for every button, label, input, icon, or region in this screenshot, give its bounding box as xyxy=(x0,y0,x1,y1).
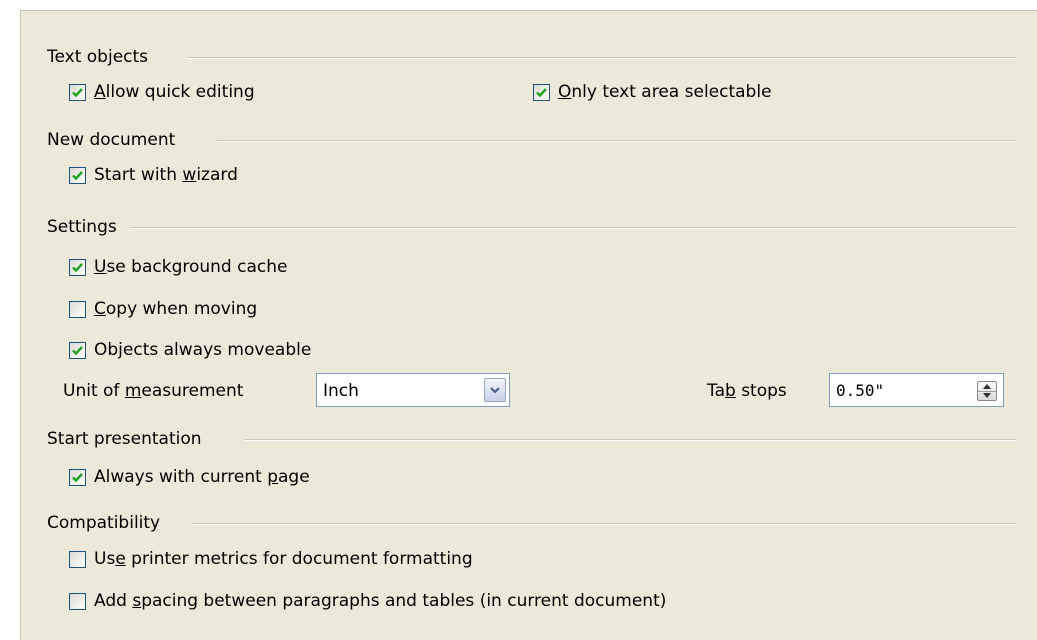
checkbox-box[interactable] xyxy=(69,166,86,184)
label-text: Add xyxy=(94,591,133,611)
tab-stops-value: 0.50" xyxy=(836,381,885,400)
checkmark-icon xyxy=(72,262,83,272)
label-text: se background cache xyxy=(106,257,288,277)
copy-when-moving-checkbox[interactable]: Copy when moving xyxy=(69,297,257,321)
accelerator-key: e xyxy=(115,549,126,569)
use-printer-metrics-checkbox[interactable]: Use printer metrics for document formatt… xyxy=(69,547,473,571)
section-title-compatibility: Compatibility xyxy=(47,513,161,533)
label-text: izard xyxy=(196,165,238,185)
accelerator-key: p xyxy=(267,467,278,487)
label-text: Ta xyxy=(707,381,725,401)
label-text: ects always moveable xyxy=(122,340,312,360)
checkbox-box[interactable] xyxy=(69,550,86,568)
tab-stops-spinbox[interactable]: 0.50" xyxy=(829,373,1004,407)
chevron-down-icon xyxy=(490,387,500,394)
only-text-area-selectable-label: Only text area selectable xyxy=(558,82,772,102)
checkmark-icon xyxy=(72,345,83,355)
checkmark-icon xyxy=(72,170,83,180)
accelerator-key: O xyxy=(558,82,572,102)
section-title-text-objects: Text objects xyxy=(47,47,149,67)
checkbox-box[interactable] xyxy=(69,258,86,276)
always-with-current-page-checkbox[interactable]: Always with current page xyxy=(69,465,310,489)
checkmark-icon xyxy=(536,87,547,97)
accelerator-key: A xyxy=(94,82,106,102)
dropdown-selected-value: Inch xyxy=(323,381,359,401)
accelerator-key: m xyxy=(124,381,142,401)
label-text: stops xyxy=(735,381,787,401)
label-text: Ob xyxy=(94,340,119,360)
checkmark-icon xyxy=(72,87,83,97)
accelerator-key: U xyxy=(94,257,107,277)
label-text: printer metrics for document formatting xyxy=(125,549,473,569)
allow-quick-editing-label: Allow quick editing xyxy=(94,82,255,102)
label-text: opy when moving xyxy=(105,299,258,319)
only-text-area-selectable-checkbox[interactable]: Only text area selectable xyxy=(533,80,772,104)
add-spacing-label: Add spacing between paragraphs and table… xyxy=(94,591,666,611)
use-background-cache-checkbox[interactable]: Use background cache xyxy=(69,255,287,279)
spin-down-button[interactable] xyxy=(978,392,996,401)
unit-of-measurement-dropdown[interactable]: Inch xyxy=(316,373,510,407)
checkbox-box[interactable] xyxy=(69,300,86,318)
start-with-wizard-checkbox[interactable]: Start with wizard xyxy=(69,163,238,187)
spin-buttons xyxy=(977,381,997,401)
section-divider xyxy=(131,227,1016,229)
objects-always-moveable-checkbox[interactable]: Objects always moveable xyxy=(69,338,311,362)
label-text: Unit of xyxy=(63,381,125,401)
spin-up-icon xyxy=(983,383,991,389)
checkbox-box[interactable] xyxy=(69,341,86,359)
allow-quick-editing-checkbox[interactable]: Allow quick editing xyxy=(69,80,255,104)
section-divider xyxy=(245,439,1016,441)
label-text: Start with xyxy=(94,165,183,185)
use-background-cache-label: Use background cache xyxy=(94,257,287,277)
spin-up-button[interactable] xyxy=(978,382,996,392)
section-divider xyxy=(191,523,1016,525)
label-text: easurement xyxy=(141,381,244,401)
section-divider xyxy=(217,140,1016,142)
label-text: Always with current xyxy=(94,467,268,487)
checkbox-box[interactable] xyxy=(69,468,86,486)
label-text: pacing between paragraphs and tables (in… xyxy=(141,591,667,611)
section-title-start-presentation: Start presentation xyxy=(47,429,202,449)
dropdown-button[interactable] xyxy=(484,378,506,402)
label-text: nly text area selectable xyxy=(571,82,772,102)
copy-when-moving-label: Copy when moving xyxy=(94,299,257,319)
section-divider xyxy=(187,57,1016,59)
objects-always-moveable-label: Objects always moveable xyxy=(94,340,311,360)
tab-stops-label: Tab stops xyxy=(707,381,787,401)
checkbox-box[interactable] xyxy=(533,83,550,101)
spin-down-icon xyxy=(983,393,991,399)
accelerator-key: w xyxy=(182,165,197,185)
accelerator-key: b xyxy=(725,381,736,401)
section-title-settings: Settings xyxy=(47,217,117,237)
label-text: Us xyxy=(94,549,116,569)
checkmark-icon xyxy=(72,472,83,482)
checkbox-box[interactable] xyxy=(69,83,86,101)
options-panel: Text objects Allow quick editing Only te… xyxy=(20,10,1037,640)
accelerator-key: C xyxy=(94,299,106,319)
start-with-wizard-label: Start with wizard xyxy=(94,165,238,185)
use-printer-metrics-label: Use printer metrics for document formatt… xyxy=(94,549,473,569)
label-text: llow quick editing xyxy=(105,82,255,102)
always-with-current-page-label: Always with current page xyxy=(94,467,310,487)
label-text: age xyxy=(278,467,310,487)
checkbox-box[interactable] xyxy=(69,592,86,610)
accelerator-key: s xyxy=(132,591,142,611)
section-title-new-document: New document xyxy=(47,130,176,150)
add-spacing-checkbox[interactable]: Add spacing between paragraphs and table… xyxy=(69,589,666,613)
unit-of-measurement-label: Unit of measurement xyxy=(63,381,243,401)
